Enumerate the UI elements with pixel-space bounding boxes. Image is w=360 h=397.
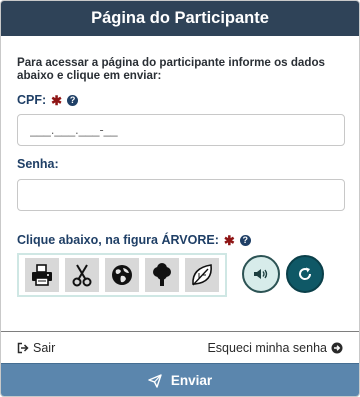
tree-icon: [153, 263, 171, 286]
cpf-input[interactable]: [17, 114, 345, 146]
senha-label: Senha:: [17, 157, 59, 171]
footer-divider: [1, 331, 359, 332]
help-icon[interactable]: ?: [239, 234, 251, 246]
sair-label: Sair: [33, 341, 56, 355]
cpf-label: CPF:: [17, 93, 47, 107]
login-panel: Página do Participante Para acessar a pá…: [0, 0, 360, 397]
paper-plane-icon: [148, 373, 162, 388]
captcha-option-leaf[interactable]: [185, 258, 219, 292]
submit-label: Enviar: [170, 373, 213, 388]
password-input[interactable]: [17, 179, 345, 211]
captcha-label-row: Clique abaixo, na figura ÁRVORE: ✱ ?: [17, 233, 251, 247]
required-icon: ✱: [51, 92, 63, 108]
volume-icon: [254, 269, 268, 279]
submit-button[interactable]: Enviar: [1, 363, 359, 396]
senha-label-row: Senha:: [17, 157, 59, 171]
captcha-refresh-button[interactable]: [286, 255, 324, 293]
sign-out-icon: [17, 342, 29, 354]
leaf-icon: [192, 264, 212, 286]
globe-icon: [112, 265, 132, 285]
captcha-option-tree[interactable]: [145, 258, 179, 292]
forgot-password-link[interactable]: Esqueci minha senha: [207, 341, 343, 355]
instructions-text: Para acessar a página do participante in…: [17, 56, 325, 82]
printer-icon: [32, 264, 52, 286]
captcha-audio-button[interactable]: [242, 255, 280, 293]
forgot-password-label: Esqueci minha senha: [207, 341, 327, 355]
required-icon: ✱: [223, 232, 235, 248]
captcha-option-scissors[interactable]: [65, 258, 99, 292]
help-icon[interactable]: ?: [67, 94, 79, 106]
cpf-label-row: CPF: ✱ ?: [17, 92, 79, 108]
refresh-icon: [299, 267, 312, 280]
scissors-icon: [72, 264, 92, 287]
page-title: Página do Participante: [1, 1, 359, 36]
captcha-option-printer[interactable]: [25, 258, 59, 292]
sair-link[interactable]: Sair: [17, 341, 55, 355]
arrow-circle-right-icon: [331, 342, 343, 354]
captcha-option-globe[interactable]: [105, 258, 139, 292]
captcha-label: Clique abaixo, na figura ÁRVORE:: [17, 233, 219, 247]
captcha-image-options: [17, 253, 227, 297]
